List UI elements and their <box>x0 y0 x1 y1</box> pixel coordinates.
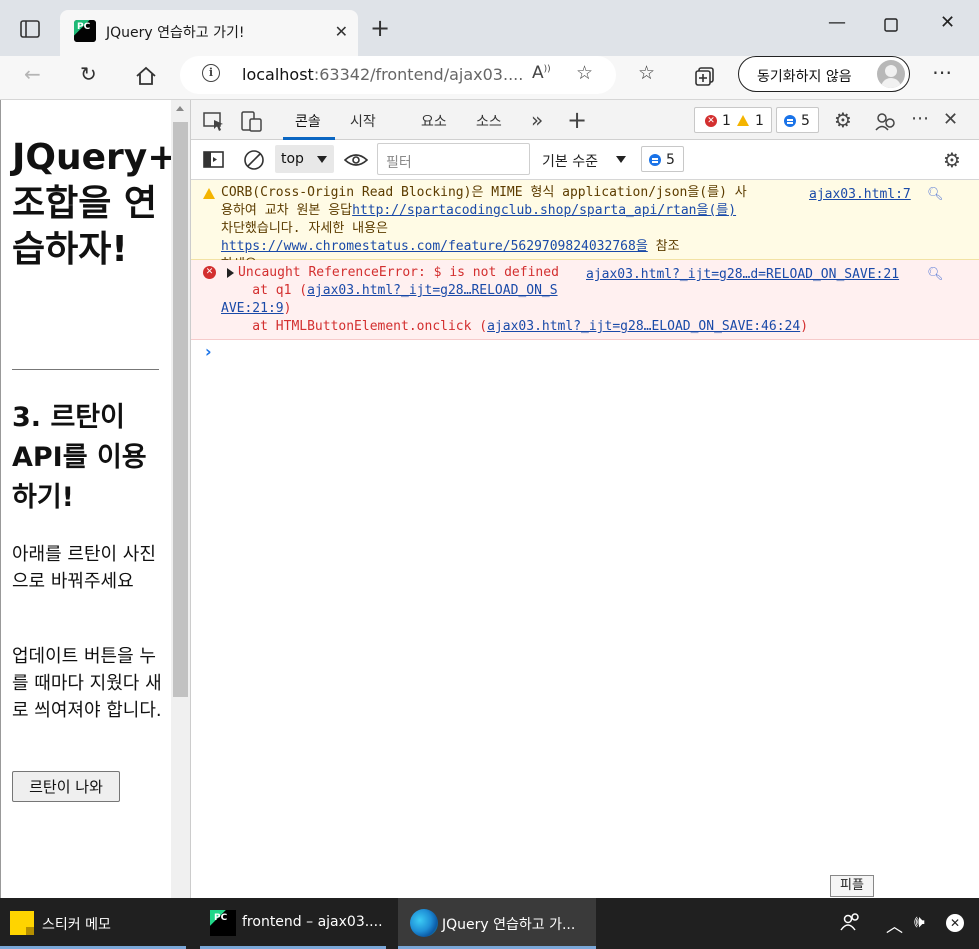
minimize-icon[interactable]: — <box>828 12 846 33</box>
divider <box>12 369 159 370</box>
people-icon[interactable] <box>840 912 862 934</box>
title-bar: PC JQuery 연습하고 가기! ✕ + — ✕ <box>0 0 979 56</box>
close-devtools-icon[interactable]: ✕ <box>943 109 958 130</box>
taskbar-item-edge[interactable]: JQuery 연습하고 가... <box>398 898 596 949</box>
more-tabs-icon[interactable]: » <box>531 108 543 132</box>
tab-welcome[interactable]: 시작 <box>350 111 376 131</box>
sync-profile-button[interactable]: 동기화하지 않음 <box>738 56 910 92</box>
add-favorite-icon[interactable]: ☆ <box>576 62 593 84</box>
issue-counts[interactable]: ✕ 1 1 <box>694 107 772 133</box>
instruction-text-1: 아래를 르탄이 사진으로 바꿔주세요 <box>12 544 156 592</box>
console-prompt-icon[interactable]: › <box>205 342 212 361</box>
tray-expand-icon[interactable]: ︿ <box>886 912 903 937</box>
people-tooltip: 피플 <box>830 875 874 897</box>
stack-link-1b[interactable]: AVE:21:9 <box>221 301 284 316</box>
corb-url-link[interactable]: http://spartacodingclub.shop/sparta_api/… <box>352 203 736 218</box>
devtools-more-icon[interactable]: ⋯ <box>911 108 929 129</box>
avatar <box>877 60 905 88</box>
pycharm-favicon-icon: PC <box>74 20 96 42</box>
sticky-notes-icon <box>10 911 34 935</box>
expand-triangle-icon[interactable] <box>227 267 234 278</box>
page-heading: JQuery+의 조합을 연습하자! <box>12 137 211 270</box>
chromestatus-link[interactable]: https://www.chromestatus.com/feature/562… <box>221 239 648 254</box>
tab-console[interactable]: 콘솔 <box>295 111 321 131</box>
notification-close-icon[interactable]: ✕ <box>946 914 964 932</box>
address-bar[interactable]: i localhost:63342/frontend/ajax03.... A)… <box>180 56 616 94</box>
browser-toolbar: ← ↻ i localhost:63342/frontend/ajax03...… <box>0 56 979 100</box>
message-icon <box>784 115 796 127</box>
warning-icon <box>203 188 215 199</box>
scroll-thumb[interactable] <box>173 122 188 697</box>
tab-sources[interactable]: 소스 <box>476 111 502 131</box>
url-text[interactable]: localhost:63342/frontend/ajax03.... <box>242 65 523 84</box>
rtan-button[interactable]: 르탄이 나와 <box>12 771 120 802</box>
inspect-element-icon[interactable] <box>203 112 225 132</box>
scroll-up-icon[interactable] <box>176 106 184 111</box>
sidebar-toggle-icon[interactable] <box>203 151 225 169</box>
taskbar-item-sticky-notes[interactable]: 스티커 메모 <box>0 898 190 949</box>
error-count-icon: ✕ <box>705 115 717 127</box>
browser-tab[interactable]: PC JQuery 연습하고 가기! ✕ <box>60 10 358 56</box>
more-menu-icon[interactable]: ⋯ <box>932 60 952 84</box>
taskbar-item-pycharm[interactable]: PC frontend – ajax03.... <box>200 898 390 949</box>
settings-gear-icon[interactable]: ⚙ <box>834 108 852 132</box>
customize-icon[interactable] <box>875 111 897 131</box>
back-arrow-icon[interactable]: ← <box>24 62 41 86</box>
site-info-icon[interactable]: i <box>202 64 220 82</box>
context-select[interactable]: top <box>275 145 334 173</box>
instruction-text-2: 업데이트 버튼을 누를 때마다 지웠다 새로 씌여져야 합니다. <box>12 646 162 721</box>
filter-input[interactable]: 필터 <box>377 143 530 175</box>
message-count: 5 <box>801 113 810 129</box>
add-tool-icon[interactable]: + <box>567 106 587 134</box>
message-icon <box>649 154 661 166</box>
console-settings-gear-icon[interactable]: ⚙ <box>943 148 961 172</box>
page-viewport: JQuery+의 조합을 연습하자! 3. 르탄이 API를 이용하기! 아래를… <box>0 100 211 898</box>
search-icon[interactable]: 🔍︎ <box>927 186 944 204</box>
chevron-down-icon <box>317 156 327 163</box>
collections-icon[interactable] <box>694 66 716 86</box>
console-error-message: ✕ Uncaught ReferenceError: $ is not defi… <box>191 260 979 340</box>
log-level-select[interactable]: 기본 수준 <box>542 151 598 171</box>
console-warning-message: CORB(Cross-Origin Read Blocking)은 MIME 형… <box>191 180 979 272</box>
devtools-tabbar: 콘솔 시작 요소 소스 » + ✕ 1 1 5 ⚙ ⋯ ✕ <box>191 100 979 140</box>
console-toolbar: top 필터 기본 수준 5 ⚙ <box>191 140 979 180</box>
warning-count-icon <box>737 115 749 126</box>
page-scrollbar[interactable] <box>171 100 190 898</box>
device-emulation-icon[interactable] <box>241 111 263 133</box>
new-tab-icon[interactable]: + <box>370 16 390 40</box>
console-message-badge[interactable]: 5 <box>641 146 684 172</box>
maximize-icon[interactable] <box>884 18 898 32</box>
level-chevron-down-icon <box>616 156 626 163</box>
close-window-icon[interactable]: ✕ <box>940 12 955 33</box>
clear-console-icon[interactable] <box>243 149 265 171</box>
refresh-icon[interactable]: ↻ <box>80 62 97 86</box>
error-count: 1 <box>722 113 731 129</box>
stack-link-2[interactable]: ajax03.html?_ijt=g28…ELOAD_ON_SAVE:46:24 <box>487 319 800 334</box>
search-icon[interactable]: 🔍︎ <box>927 266 944 284</box>
volume-icon[interactable]: 🕪︎ <box>914 912 925 932</box>
live-expression-eye-icon[interactable] <box>344 152 368 168</box>
edge-browser-icon <box>410 909 438 937</box>
devtools-panel: 콘솔 시작 요소 소스 » + ✕ 1 1 5 ⚙ ⋯ ✕ top 필터 기본 … <box>190 100 979 898</box>
error-icon: ✕ <box>203 266 216 279</box>
tab-elements[interactable]: 요소 <box>421 111 447 131</box>
sync-label: 동기화하지 않음 <box>757 69 852 85</box>
tab-actions-icon[interactable] <box>20 20 40 38</box>
message-count-badge[interactable]: 5 <box>776 107 819 133</box>
tab-title: JQuery 연습하고 가기! <box>106 25 245 41</box>
stack-link-1[interactable]: ajax03.html?_ijt=g28…RELOAD_ON_S <box>307 283 557 298</box>
favorites-icon[interactable]: ☆ <box>638 62 655 84</box>
section-heading: 3. 르탄이 API를 이용하기! <box>12 402 147 513</box>
warning-count: 1 <box>755 113 764 129</box>
error-stack: at q1 (ajax03.html?_ijt=g28…RELOAD_ON_S … <box>221 283 809 334</box>
home-icon[interactable] <box>135 66 157 86</box>
read-aloud-icon[interactable]: A)) <box>532 63 551 83</box>
warning-source-link[interactable]: ajax03.html:7 <box>809 186 911 204</box>
pycharm-icon: PC <box>210 910 236 936</box>
tab-close-icon[interactable]: ✕ <box>335 22 348 41</box>
taskbar: 스티커 메모 PC frontend – ajax03.... JQuery 연… <box>0 898 979 949</box>
